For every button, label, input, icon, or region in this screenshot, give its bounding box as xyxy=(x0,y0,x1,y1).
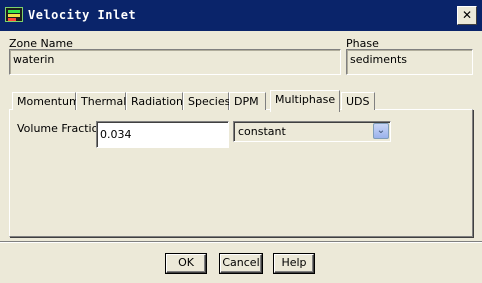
title-bar: Velocity Inlet ✕ xyxy=(0,0,482,31)
phase-field: sediments xyxy=(346,49,473,75)
tab-species[interactable]: Species xyxy=(183,92,230,110)
tab-multiphase[interactable]: Multiphase xyxy=(270,90,340,112)
volume-fraction-method-select[interactable]: constant ⌄ xyxy=(233,121,391,142)
ok-button[interactable]: OK xyxy=(166,254,206,273)
tab-momentum[interactable]: Momentum xyxy=(12,92,80,110)
volume-fraction-label: Volume Fraction xyxy=(17,122,106,135)
help-button[interactable]: Help xyxy=(274,254,314,273)
chevron-down-icon[interactable]: ⌄ xyxy=(373,123,389,139)
close-button[interactable]: ✕ xyxy=(457,6,477,25)
app-icon xyxy=(5,7,23,22)
tab-thermal[interactable]: Thermal xyxy=(76,92,126,110)
window-title: Velocity Inlet xyxy=(28,8,137,22)
close-icon: ✕ xyxy=(461,8,473,22)
tab-radiation[interactable]: Radiation xyxy=(126,92,183,110)
select-value: constant xyxy=(238,125,286,138)
zone-name-field: waterin xyxy=(9,49,341,75)
tab-dpm[interactable]: DPM xyxy=(229,92,266,110)
tab-uds[interactable]: UDS xyxy=(341,92,375,110)
volume-fraction-input[interactable]: 0.034 xyxy=(96,121,229,148)
button-separator xyxy=(0,241,482,243)
cancel-button[interactable]: Cancel xyxy=(220,254,262,273)
